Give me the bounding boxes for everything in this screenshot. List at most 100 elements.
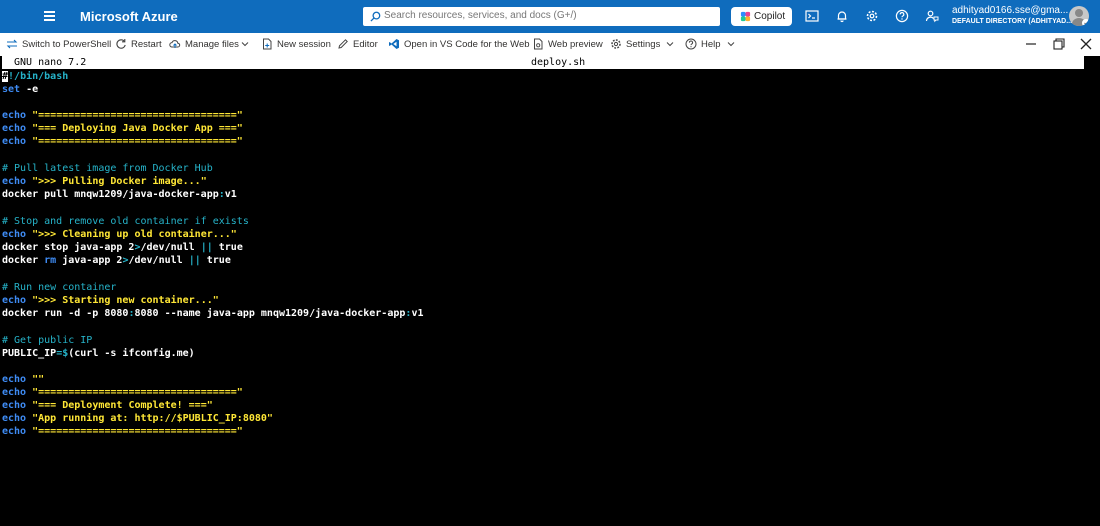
terminal-pane[interactable]: GNU nano 7.2 deploy.sh #!/bin/bash set -… <box>0 56 1100 526</box>
string: "=== Deploying Java Docker App ===" <box>26 123 243 134</box>
keyword: echo <box>2 229 27 240</box>
code-text: docker stop java-app 2 <box>2 242 135 253</box>
portal-menu-icon[interactable] <box>41 7 59 25</box>
code-line: echo ">>> Starting new container..." <box>2 294 219 307</box>
gear-icon <box>611 39 621 49</box>
comment: # Run new container <box>2 282 117 293</box>
code-line: docker stop java-app 2>/dev/null || true <box>2 241 243 254</box>
vscode-label: Open in VS Code for the Web <box>404 39 530 50</box>
new-session-label: New session <box>277 39 331 50</box>
string: "=================================" <box>26 136 243 147</box>
search-placeholder: Search resources, services, and docs (G+… <box>384 10 577 21</box>
string: "=================================" <box>26 110 243 121</box>
web-preview-button[interactable]: Web preview <box>532 37 603 53</box>
chevron-down-icon <box>727 42 735 47</box>
keyword: echo <box>2 426 27 437</box>
minimize-icon[interactable] <box>1024 37 1038 51</box>
keyword: echo <box>2 374 27 385</box>
keyword: echo <box>2 295 27 306</box>
azure-brand[interactable]: Microsoft Azure <box>80 9 178 24</box>
code-line: echo "App running at: http://$PUBLIC_IP:… <box>2 412 273 425</box>
string: ">>> Starting new container..." <box>26 295 219 306</box>
editor-button[interactable]: Editor <box>337 37 381 53</box>
shebang-text: !/bin/bash <box>8 71 69 82</box>
feedback-person-icon[interactable] <box>925 9 939 23</box>
copilot-icon <box>740 11 751 22</box>
close-icon[interactable] <box>1079 37 1093 51</box>
new-session-icon <box>263 38 272 50</box>
help-menu-button[interactable]: Help <box>685 37 735 53</box>
string: "App running at: http://$PUBLIC_IP:8080" <box>26 413 273 424</box>
code-line: set -e <box>2 83 38 96</box>
copilot-button[interactable]: Copilot <box>731 7 792 26</box>
notifications-bell-icon[interactable] <box>835 9 849 23</box>
open-in-vscode-button[interactable]: Open in VS Code for the Web <box>388 37 530 53</box>
string: "" <box>26 374 45 385</box>
string: "=================================" <box>26 426 243 437</box>
code-text: /dev/null <box>140 242 201 253</box>
restart-button[interactable]: Restart <box>115 37 163 53</box>
keyword: echo <box>2 413 27 424</box>
restart-label: Restart <box>131 39 162 50</box>
web-preview-label: Web preview <box>548 39 603 50</box>
code-line: echo "=================================" <box>2 109 243 122</box>
global-search-input[interactable]: Search resources, services, and docs (G+… <box>363 7 720 26</box>
code-text: java-app 2 <box>56 255 123 266</box>
web-preview-icon <box>534 38 543 50</box>
code-text: true <box>200 255 231 266</box>
code-text: docker pull mnqw1209/java-docker-app <box>2 189 219 200</box>
copilot-label: Copilot <box>754 11 786 22</box>
avatar[interactable] <box>1069 6 1089 26</box>
string: "=================================" <box>26 387 243 398</box>
keyword: rm <box>44 255 57 266</box>
code-line: echo "=================================" <box>2 135 243 148</box>
code-text: 8080 --name java-app mnqw1209/java-docke… <box>134 308 406 319</box>
nano-version: GNU nano 7.2 <box>14 57 87 68</box>
code-line: # Get public IP <box>2 334 92 347</box>
code-text: /dev/null <box>128 255 189 266</box>
manage-files-label: Manage files <box>185 39 239 50</box>
cloud-files-icon <box>169 40 181 48</box>
editor-label: Editor <box>353 39 378 50</box>
cloud-shell-icon[interactable] <box>805 9 819 23</box>
code-text: v1 <box>411 308 424 319</box>
chevron-down-icon <box>666 42 674 47</box>
operator: =$ <box>56 348 69 359</box>
code-line: # Stop and remove old container if exist… <box>2 215 249 228</box>
code-line: docker pull mnqw1209/java-docker-app:v1 <box>2 188 237 201</box>
new-session-button[interactable]: New session <box>261 37 331 53</box>
code-line: PUBLIC_IP=$(curl -s ifconfig.me) <box>2 347 195 360</box>
code-line: echo ">>> Cleaning up old container..." <box>2 228 237 241</box>
code-text: (curl -s ifconfig.me) <box>68 348 195 359</box>
account-directory: DEFAULT DIRECTORY (ADHITYAD... <box>952 18 1073 25</box>
account-info[interactable]: adhityad0166.sse@gma... DEFAULT DIRECTOR… <box>952 5 1073 26</box>
settings-button[interactable]: Settings <box>610 37 674 53</box>
code-text: true <box>212 242 243 253</box>
code-line: echo "" <box>2 373 44 386</box>
help-circle-icon <box>685 38 697 50</box>
keyword: echo <box>2 110 27 121</box>
manage-files-button[interactable]: Manage files <box>169 37 251 53</box>
code-text: PUBLIC_IP <box>2 348 57 359</box>
string: "=== Deployment Complete! ===" <box>26 400 213 411</box>
switch-label: Switch to PowerShell <box>22 39 112 50</box>
presence-status-icon <box>1082 19 1089 26</box>
keyword: echo <box>2 387 27 398</box>
account-email: adhityad0166.sse@gma... <box>952 5 1069 16</box>
help-icon[interactable] <box>895 9 909 23</box>
keyword: echo <box>2 123 27 134</box>
keyword: echo <box>2 176 27 187</box>
operator: || <box>200 242 213 253</box>
comment: # Get public IP <box>2 335 93 346</box>
operator: || <box>188 255 201 266</box>
keyword: echo <box>2 136 27 147</box>
keyword: echo <box>2 400 27 411</box>
vscode-icon <box>389 39 399 49</box>
settings-gear-icon[interactable] <box>865 9 879 23</box>
restore-window-icon[interactable] <box>1052 37 1066 51</box>
pencil-icon <box>338 39 348 49</box>
comment: # Pull latest image from Docker Hub <box>2 163 213 174</box>
switch-to-powershell-button[interactable]: Switch to PowerShell <box>6 37 111 53</box>
restart-icon <box>116 39 126 49</box>
code-line: echo "=================================" <box>2 386 243 399</box>
